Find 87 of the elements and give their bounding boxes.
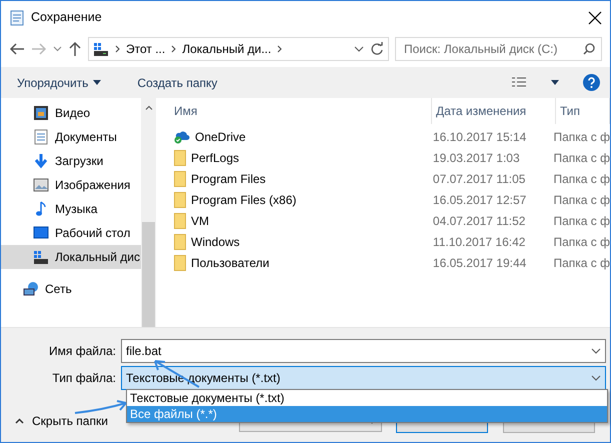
- monitor-icon: [33, 225, 49, 241]
- file-row[interactable]: Windows 11.10.2017 16:42 Папка с ф: [174, 231, 610, 252]
- modified-date: 04.07.2017 11:52: [432, 212, 526, 230]
- modified-date: 19.03.2017 1:03: [432, 150, 521, 166]
- sidebar-item[interactable]: Загрузки: [1, 149, 141, 173]
- image-icon: [33, 177, 49, 193]
- modified-date: 16.05.2017 12:57: [432, 192, 528, 208]
- up-arrow-icon[interactable]: [68, 41, 82, 57]
- modified-date: 07.07.2017 11:05: [432, 170, 526, 188]
- network-globe-icon: [23, 281, 39, 297]
- folder-icon: [174, 212, 186, 228]
- help-icon[interactable]: [583, 74, 600, 91]
- sidebar-item[interactable]: Локальный дис: [1, 245, 141, 269]
- modified-date: 16.10.2017 15:14: [432, 128, 528, 146]
- folder-icon: [174, 254, 186, 270]
- chevron-down-icon[interactable]: [53, 46, 62, 52]
- modified-date: 16.05.2017 19:44: [432, 254, 528, 272]
- chevron-down-icon: [591, 348, 601, 354]
- folder-icon: [174, 234, 186, 250]
- file-type: Папка с ф: [552, 128, 610, 146]
- folder-icon: [174, 192, 186, 208]
- drive-icon: [93, 41, 109, 57]
- file-type: Папка с ф: [552, 170, 610, 188]
- file-type: Папка с ф: [552, 254, 610, 272]
- file-row[interactable]: OneDrive 16.10.2017 15:14 Папка с ф: [174, 126, 610, 147]
- search-box[interactable]: Поиск: Локальный диск (C:): [395, 37, 602, 61]
- chevron-right-icon: [277, 45, 282, 53]
- search-icon: [583, 43, 595, 55]
- chevron-up-icon: [15, 418, 24, 424]
- dropdown-chevron-icon[interactable]: [354, 46, 364, 52]
- caret-icon[interactable]: [551, 80, 559, 85]
- filename-combobox[interactable]: file.bat: [121, 338, 606, 362]
- file-type: Папка с ф: [552, 150, 610, 166]
- file-type-dropdown[interactable]: Текстовые документы (*.txt): [121, 366, 606, 390]
- column-header[interactable]: Имя: [174, 98, 432, 124]
- filename-input[interactable]: file.bat: [126, 342, 591, 360]
- dropdown-option[interactable]: Текстовые документы (*.txt): [127, 390, 607, 406]
- file-name: Program Files (x86): [191, 192, 296, 208]
- close-icon[interactable]: [588, 10, 602, 24]
- refresh-icon[interactable]: [370, 42, 384, 56]
- file-name: PerfLogs: [191, 150, 240, 166]
- column-header[interactable]: Дата изменения: [432, 98, 556, 124]
- breadcrumb-item[interactable]: Этот ...: [126, 40, 166, 58]
- chevron-right-icon: [115, 45, 120, 53]
- file-row[interactable]: Program Files 07.07.2017 11:05 Папка с ф: [174, 168, 610, 189]
- sidebar-item[interactable]: Рабочий стол: [1, 221, 141, 245]
- view-options-icon[interactable]: [511, 76, 527, 90]
- file-type: Папка с ф: [552, 212, 610, 230]
- organize-dropdown[interactable]: Упорядочить: [11, 72, 108, 94]
- film-icon: [33, 105, 49, 121]
- back-arrow-icon[interactable]: [9, 42, 25, 56]
- scrollbar[interactable]: [141, 98, 156, 327]
- file-row[interactable]: PerfLogs 19.03.2017 1:03 Папка с ф: [174, 147, 610, 168]
- modified-date: 11.10.2017 16:42: [432, 234, 526, 250]
- sidebar-item[interactable]: Видео: [1, 101, 141, 125]
- notepad-icon: [9, 10, 25, 26]
- document-icon: [33, 129, 49, 145]
- download-arrow-icon: [33, 153, 49, 169]
- breadcrumb-item[interactable]: Локальный ди...: [182, 40, 272, 58]
- cloud-icon: [174, 128, 190, 144]
- search-input[interactable]: Поиск: Локальный диск (C:): [402, 39, 583, 59]
- file-name: Windows: [191, 234, 240, 250]
- file-row[interactable]: Program Files (x86) 16.05.2017 12:57 Папка с ф: [174, 189, 610, 210]
- folder-icon: [174, 150, 186, 166]
- file-row[interactable]: VM 04.07.2017 11:52 Папка с ф: [174, 210, 610, 231]
- chevron-right-icon: [171, 45, 176, 53]
- sidebar-item[interactable]: Изображения: [1, 173, 141, 197]
- annotation-arrow: [74, 400, 127, 414]
- file-type: Папка с ф: [552, 234, 610, 250]
- window-title: Сохранение: [31, 9, 103, 26]
- drive-icon: [33, 249, 49, 265]
- new-folder-button[interactable]: Создать папку: [131, 72, 224, 94]
- scroll-up-icon: [144, 105, 152, 110]
- column-header[interactable]: Тип: [556, 98, 610, 124]
- file-name: OneDrive: [195, 128, 246, 146]
- file-type: Папка с ф: [552, 192, 610, 208]
- sidebar-item[interactable]: Музыка: [1, 197, 141, 221]
- chevron-down-icon: [591, 374, 601, 380]
- file-name: Пользователи: [191, 254, 270, 272]
- field-label: Имя файла:: [48, 342, 117, 360]
- file-name: VM: [191, 212, 209, 230]
- folder-icon: [174, 170, 186, 186]
- sidebar-item[interactable]: Сеть: [1, 277, 141, 301]
- field-label: Тип файла:: [51, 370, 117, 386]
- sidebar-item[interactable]: Документы: [1, 125, 141, 149]
- file-name: Program Files: [191, 170, 266, 188]
- file-row[interactable]: Пользователи 16.05.2017 19:44 Папка с ф: [174, 252, 610, 273]
